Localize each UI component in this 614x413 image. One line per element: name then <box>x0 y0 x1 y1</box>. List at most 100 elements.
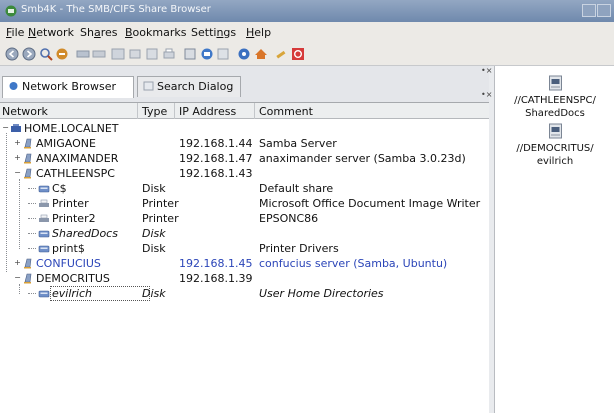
expand-icon[interactable]: + <box>14 259 21 267</box>
tree-row-host[interactable]: + AMIGAONE 192.168.1.44 Samba Server <box>0 136 489 151</box>
disk-share-icon <box>38 185 50 193</box>
add-bookmark-icon[interactable] <box>183 47 197 61</box>
row-name: HOME.LOCALNET <box>24 122 119 135</box>
maximize-button[interactable] <box>597 4 611 17</box>
table-header: Network Type IP Address Comment <box>0 103 489 119</box>
config-icon[interactable] <box>254 47 268 61</box>
folder-share-icon <box>548 123 562 139</box>
tree-row-host[interactable]: − DEMOCRITUS 192.168.1.39 <box>0 271 489 286</box>
tree-row-printer[interactable]: Printer2 Printer EPSONC86 <box>0 211 489 226</box>
column-header-ip-address[interactable]: IP Address <box>179 105 236 118</box>
row-comment: Printer Drivers <box>259 242 339 255</box>
row-name: print$ <box>52 242 85 255</box>
tree-connector <box>28 188 36 189</box>
row-type: Disk <box>142 242 166 255</box>
tree-connector <box>28 203 36 204</box>
row-name: SharedDocs <box>52 227 118 240</box>
print-icon[interactable] <box>162 47 176 61</box>
tree-row-host[interactable]: + ANAXIMANDER 192.168.1.47 anaximander serv… <box>0 151 489 166</box>
row-comment: User Home Directories <box>259 287 384 300</box>
column-header-type[interactable]: Type <box>142 105 167 118</box>
disk-share-icon <box>38 230 50 238</box>
info-icon[interactable] <box>216 47 230 61</box>
row-ip-address: 192.168.1.43 <box>179 167 253 180</box>
mounted-share-path: //DEMOCRITUS/ <box>516 143 594 154</box>
window-title: Smb4K - The SMB/CIFS Share Browser <box>21 4 211 15</box>
forward-icon[interactable] <box>22 47 36 61</box>
row-name: C$ <box>52 182 67 195</box>
tree-guide-line <box>19 284 20 294</box>
menu-bar: File Network Shares Bookmarks Settings H… <box>0 22 614 42</box>
tree-row-workgroup[interactable]: − HOME.LOCALNET <box>0 121 489 136</box>
scan-network-icon[interactable] <box>39 47 53 61</box>
close-tab-icon[interactable]: •× <box>481 66 492 75</box>
mount-icon[interactable] <box>76 47 90 61</box>
configure-tool-icon[interactable] <box>274 47 288 61</box>
tree-row-disk[interactable]: evilrich Disk User Home Directories <box>0 286 489 301</box>
menu-help[interactable]: Help <box>246 26 271 39</box>
tree-row-disk[interactable]: SharedDocs Disk <box>0 226 489 241</box>
expand-icon[interactable]: + <box>14 139 21 147</box>
row-name: Printer <box>52 197 89 210</box>
menu-network[interactable]: Network <box>28 26 74 39</box>
row-ip-address: 192.168.1.47 <box>179 152 253 165</box>
row-comment: EPSONC86 <box>259 212 319 225</box>
minimize-button[interactable] <box>582 4 596 17</box>
selection-focus-box <box>50 286 150 301</box>
tab-network-browser[interactable]: Network Browser <box>2 76 134 98</box>
network-tree-table: Network Type IP Address Comment − HOME.LO… <box>0 102 489 413</box>
menu-settings[interactable]: Settings <box>191 26 236 39</box>
workgroup-icon <box>11 124 21 132</box>
row-comment: Samba Server <box>259 137 337 150</box>
tree-row-printer[interactable]: Printer Printer Microsoft Office Document … <box>0 196 489 211</box>
column-header-network[interactable]: Network <box>2 105 48 118</box>
quit-icon[interactable] <box>291 47 305 61</box>
row-comment: anaximander server (Samba 3.0.23d) <box>259 152 466 165</box>
preview-icon[interactable] <box>145 47 159 61</box>
row-type: Printer <box>142 212 179 225</box>
tree-row-disk[interactable]: print$ Disk Printer Drivers <box>0 241 489 256</box>
row-comment: Microsoft Office Document Image Writer <box>259 197 481 210</box>
row-type: Printer <box>142 197 179 210</box>
row-name: Printer2 <box>52 212 96 225</box>
tree-row-host[interactable]: + CONFUCIUS 192.168.1.45 confucius server (… <box>0 256 489 271</box>
row-type: Disk <box>142 227 166 240</box>
mounted-share-name: SharedDocs <box>525 108 585 119</box>
abort-icon[interactable] <box>55 47 69 61</box>
tree-row-disk[interactable]: C$ Disk Default share <box>0 181 489 196</box>
menu-file[interactable]: File <box>6 26 24 39</box>
row-name: ANAXIMANDER <box>36 152 119 165</box>
disk-share-icon <box>38 290 50 298</box>
close-panel-icon[interactable]: •× <box>481 90 492 99</box>
search-icon[interactable] <box>128 47 142 61</box>
row-comment: confucius server (Samba, Ubuntu) <box>259 257 448 270</box>
unmount-icon[interactable] <box>92 47 106 61</box>
row-name: DEMOCRITUS <box>36 272 110 285</box>
unmount-all-icon[interactable] <box>111 47 125 61</box>
host-icon <box>24 153 32 164</box>
tab-search-dialog[interactable]: Search Dialog <box>137 76 241 97</box>
mounted-share-democritus[interactable]: //DEMOCRITUS/ evilrich <box>495 123 614 168</box>
folder-share-icon <box>548 75 562 91</box>
home-icon[interactable] <box>237 47 251 61</box>
collapse-icon[interactable]: − <box>2 124 9 132</box>
row-ip-address: 192.168.1.45 <box>179 257 253 270</box>
printer-share-icon <box>39 214 49 222</box>
disk-share-icon <box>38 245 50 253</box>
mount-dialog-icon[interactable] <box>200 47 214 61</box>
network-browser-pane: Network Browser Search Dialog •× •× Netw… <box>0 66 492 413</box>
row-type: Disk <box>142 287 166 300</box>
menu-bookmarks[interactable]: Bookmarks <box>125 26 186 39</box>
column-header-comment[interactable]: Comment <box>259 105 313 118</box>
tab-search-dialog-label: Search Dialog <box>157 80 234 93</box>
mounted-share-cathleenspc[interactable]: //CATHLEENSPC/ SharedDocs <box>495 75 614 120</box>
tree-connector <box>28 248 36 249</box>
collapse-icon[interactable]: − <box>14 169 21 177</box>
expand-icon[interactable]: + <box>14 154 21 162</box>
menu-shares[interactable]: Shares <box>80 26 118 39</box>
tree-row-host[interactable]: − CATHLEENSPC 192.168.1.43 <box>0 166 489 181</box>
collapse-icon[interactable]: − <box>14 274 21 282</box>
back-icon[interactable] <box>5 47 19 61</box>
title-bar[interactable]: Smb4K - The SMB/CIFS Share Browser <box>0 0 614 22</box>
host-icon <box>24 273 32 284</box>
